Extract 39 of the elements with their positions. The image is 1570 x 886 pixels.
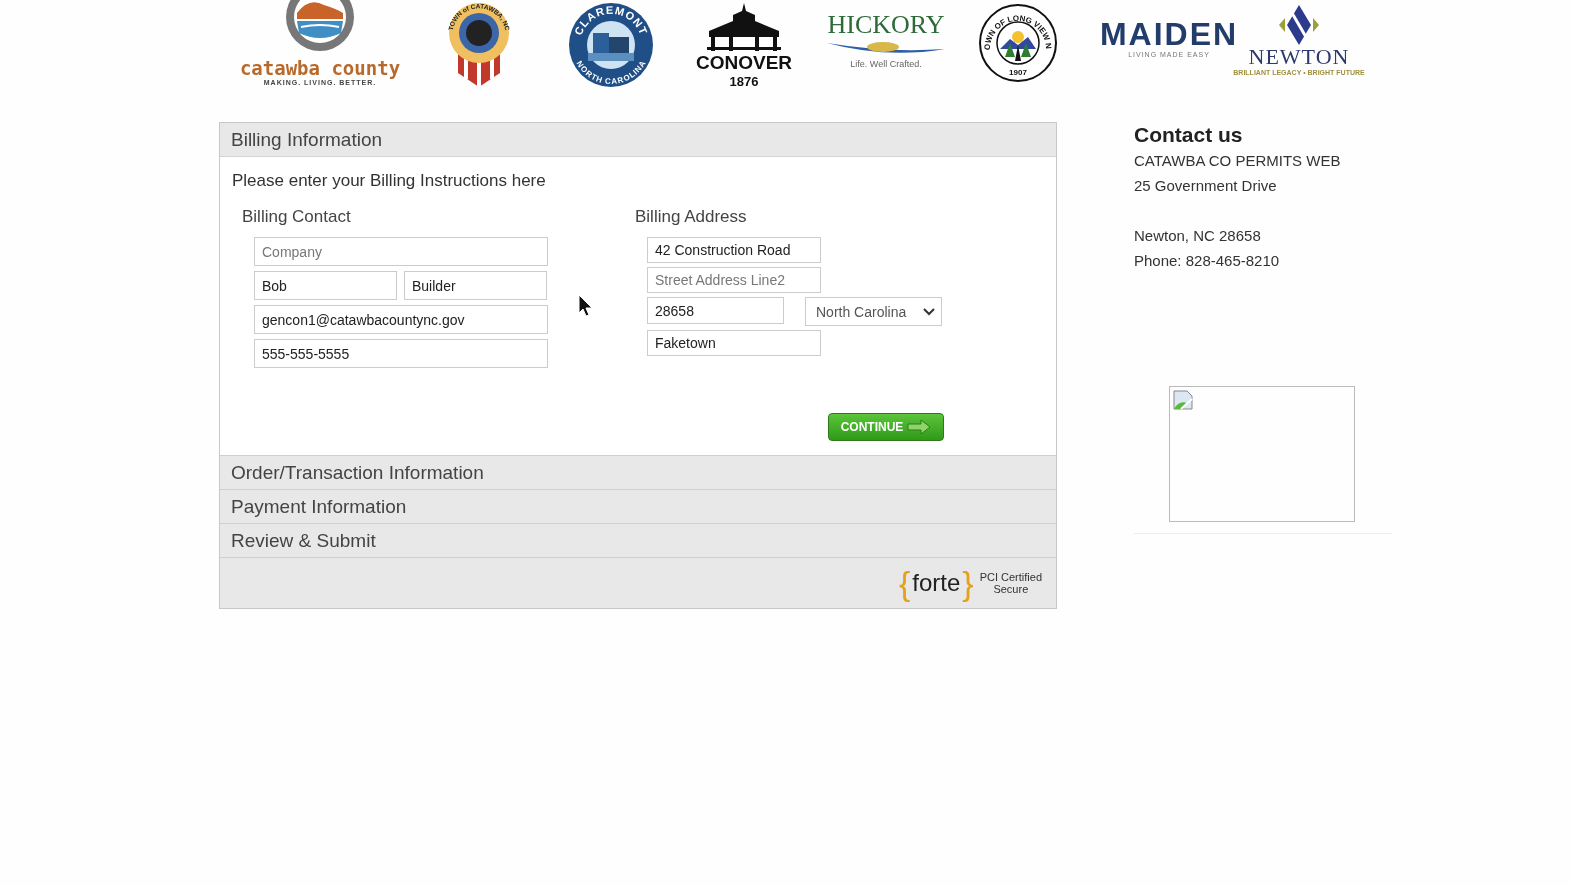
diamond-emblem-icon [1277,5,1321,45]
input-field[interactable]: 42 Construction Road [647,237,821,263]
brand-brace: { [898,566,911,600]
column-heading: Billing Address [635,207,748,227]
certification-text: Secure [993,583,1029,595]
arrow-icon [907,420,932,434]
certification-text: PCI Certified [979,571,1042,583]
section-header[interactable]: Payment Information [220,489,1056,523]
instructions-text: Please enter your Billing Instructions here [232,171,547,191]
section-header[interactable]: Billing Information [220,123,1056,157]
logo-tagline: Life. Well Crafted. [850,59,922,69]
contact-heading: Contact us [1134,122,1244,148]
section-header[interactable]: Order/Transaction Information [220,455,1056,489]
brand-brace: } [962,566,974,600]
cursor-icon [578,294,594,318]
input-field[interactable]: gencon1@catawbacountync.gov [254,305,548,334]
contact-line: CATAWBA CO PERMITS WEB [1134,151,1342,171]
section-header[interactable]: Review & Submit [220,523,1056,557]
logo-title: MAIDEN [1099,17,1239,51]
input-field[interactable]: 555-555-5555 [254,339,548,368]
logo-tagline: 1876 [729,74,759,89]
logo-title: CONOVER [695,52,793,74]
contact-line: Newton, NC 28658 [1134,226,1262,246]
input-field[interactable]: Faketown [647,330,821,356]
input-field[interactable]: Builder [404,271,547,300]
column-heading: Billing Contact [242,207,352,227]
contact-line: Phone: 828-465-8210 [1134,251,1281,271]
caret-icon [923,307,935,316]
input-field[interactable]: Street Address Line2 [647,267,821,293]
broken-image-icon [1173,390,1193,410]
brand-name: forte [911,569,962,597]
input-field[interactable]: Company [254,237,548,266]
contact-line: 25 Government Drive [1134,176,1278,196]
input-field[interactable]: 28658 [647,297,784,324]
logo-title: catawba county [239,57,401,79]
state-dropdown[interactable]: North Carolina [805,297,942,326]
input-field[interactable]: Bob [254,271,397,300]
logo-title: HICKORY [827,11,945,39]
logo-title: NEWTON [1248,45,1350,69]
